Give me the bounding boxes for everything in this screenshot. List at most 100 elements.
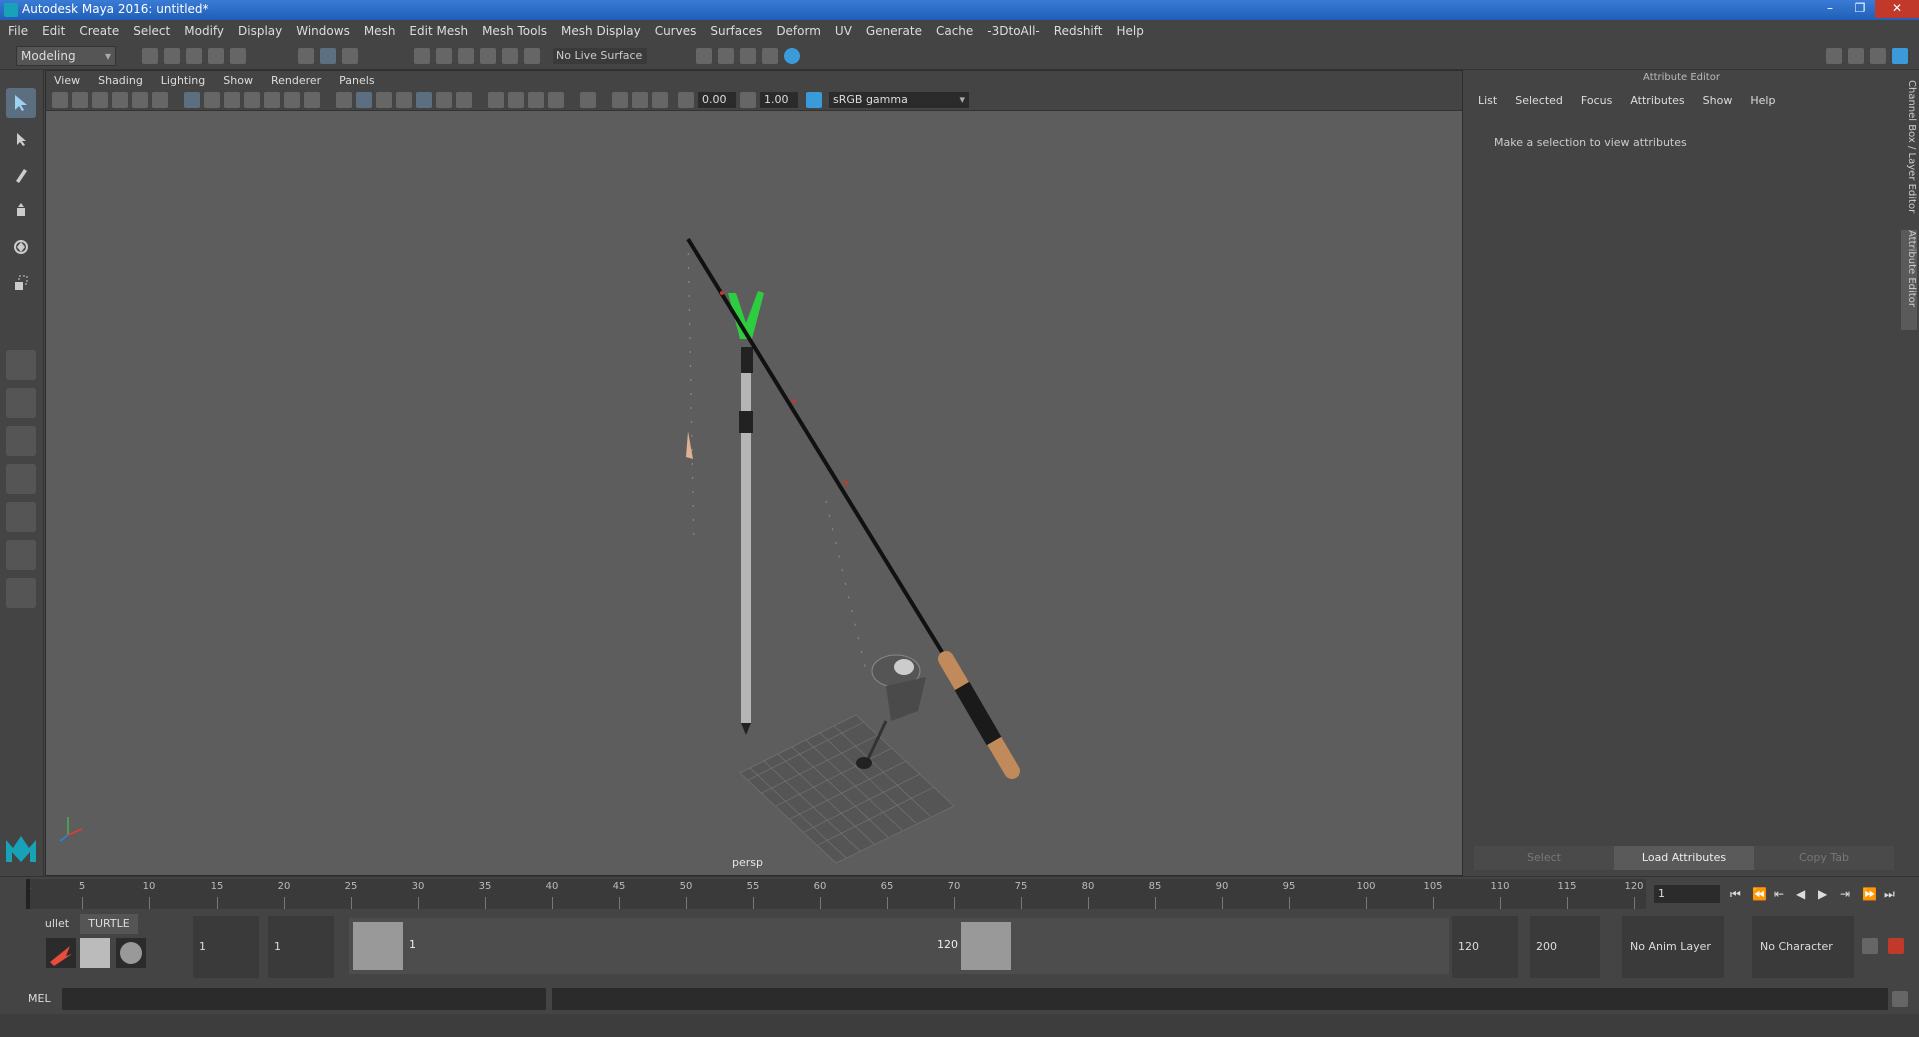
screen-space-ao-icon[interactable] (488, 92, 504, 108)
safe-title-icon[interactable] (304, 92, 320, 108)
select-by-component-icon[interactable] (342, 48, 358, 64)
move-tool[interactable] (6, 196, 36, 226)
ae-menu-help[interactable]: Help (1750, 94, 1775, 107)
render-current-frame-icon[interactable] (718, 48, 734, 64)
menu-mesh-tools[interactable]: Mesh Tools (482, 24, 547, 38)
menu-curves[interactable]: Curves (655, 24, 697, 38)
menu-3dtoall[interactable]: -3DtoAll- (987, 24, 1039, 38)
save-scene-icon[interactable] (186, 48, 202, 64)
select-button[interactable]: Select (1474, 846, 1614, 870)
four-view-layout[interactable] (6, 388, 36, 418)
anim-layer-dropdown[interactable]: No Anim Layer (1622, 916, 1724, 978)
script-editor-icon[interactable] (1892, 991, 1908, 1007)
anti-aliasing-icon[interactable] (528, 92, 544, 108)
playback-start-field[interactable]: 1 (268, 916, 334, 978)
select-by-object-icon[interactable] (320, 48, 336, 64)
play-forwards-icon[interactable]: ▶ (1818, 887, 1827, 901)
select-tool[interactable] (6, 88, 36, 118)
menu-mesh[interactable]: Mesh (364, 24, 396, 38)
menu-edit-mesh[interactable]: Edit Mesh (409, 24, 468, 38)
step-forward-frame-icon[interactable]: ⇥ (1840, 887, 1850, 901)
wireframe-on-shaded-icon[interactable] (396, 92, 412, 108)
field-chart-icon[interactable] (264, 92, 280, 108)
ae-menu-focus[interactable]: Focus (1581, 94, 1612, 107)
menu-modify[interactable]: Modify (184, 24, 224, 38)
paint-select-tool[interactable] (6, 160, 36, 190)
go-to-end-icon[interactable]: ⏭ (1884, 887, 1895, 902)
menu-redshift[interactable]: Redshift (1054, 24, 1103, 38)
time-ruler[interactable]: 1 5 10 15 20 25 30 35 40 45 50 55 60 65 … (25, 879, 1646, 909)
depth-of-field-icon[interactable] (548, 92, 564, 108)
xray-active-components-icon[interactable] (632, 92, 648, 108)
camera-icon[interactable] (52, 92, 68, 108)
menu-uv[interactable]: UV (835, 24, 852, 38)
auto-key-icon[interactable] (1862, 938, 1878, 954)
grid-icon[interactable] (184, 92, 200, 108)
safe-action-icon[interactable] (284, 92, 300, 108)
rotate-tool[interactable] (6, 232, 36, 262)
play-backwards-icon[interactable]: ◀ (1796, 887, 1805, 901)
use-default-material-icon[interactable] (376, 92, 392, 108)
film-gate-icon[interactable] (204, 92, 220, 108)
gamma-icon[interactable] (740, 92, 756, 108)
camera-attributes-icon[interactable] (72, 92, 88, 108)
menu-set-dropdown[interactable]: Modeling (16, 46, 116, 66)
vp-menu-renderer[interactable]: Renderer (271, 74, 321, 87)
mel-label[interactable]: MEL (28, 992, 51, 1005)
gamma-field[interactable]: 1.00 (760, 92, 798, 108)
range-end-handle[interactable] (961, 922, 1011, 970)
vp-menu-shading[interactable]: Shading (98, 74, 143, 87)
turtle-render-icon[interactable] (46, 938, 76, 968)
menu-surfaces[interactable]: Surfaces (710, 24, 762, 38)
menu-generate[interactable]: Generate (866, 24, 922, 38)
menu-help[interactable]: Help (1116, 24, 1143, 38)
channel-box-icon[interactable] (1892, 48, 1908, 64)
undo-icon[interactable] (208, 48, 224, 64)
tab-channel-box[interactable]: Channel Box / Layer Editor (1901, 80, 1917, 220)
smooth-shade-icon[interactable] (356, 92, 372, 108)
render-view-icon[interactable] (696, 48, 712, 64)
render-settings-icon[interactable] (762, 48, 778, 64)
copy-tab-button[interactable]: Copy Tab (1754, 846, 1894, 870)
menu-edit[interactable]: Edit (42, 24, 65, 38)
step-back-frame-icon[interactable]: ⇤ (1774, 887, 1784, 901)
snap-to-projected-center-icon[interactable] (480, 48, 496, 64)
lasso-tool[interactable] (6, 124, 36, 154)
vp-menu-show[interactable]: Show (223, 74, 253, 87)
turtle-settings-icon[interactable] (80, 938, 110, 968)
isolate-select-icon[interactable] (580, 92, 596, 108)
attribute-editor-toggle-icon[interactable] (1848, 48, 1864, 64)
range-start-handle[interactable] (353, 922, 403, 970)
menu-deform[interactable]: Deform (776, 24, 821, 38)
live-surface-field[interactable]: No Live Surface (553, 48, 647, 64)
view-transform-dropdown[interactable]: sRGB gamma (829, 92, 969, 108)
xray-icon[interactable] (612, 92, 628, 108)
image-plane-icon[interactable] (112, 92, 128, 108)
motion-blur-icon[interactable] (508, 92, 524, 108)
use-all-lights-icon[interactable] (436, 92, 452, 108)
snap-to-point-icon[interactable] (458, 48, 474, 64)
wireframe-icon[interactable] (336, 92, 352, 108)
vp-menu-panels[interactable]: Panels (339, 74, 374, 87)
snap-to-curve-icon[interactable] (436, 48, 452, 64)
snap-to-view-plane-icon[interactable] (502, 48, 518, 64)
ipr-render-icon[interactable] (740, 48, 756, 64)
minimize-button[interactable]: – (1815, 0, 1845, 18)
menu-select[interactable]: Select (133, 24, 170, 38)
shelf-tab-turtle[interactable]: TURTLE (80, 914, 138, 934)
hypershade-icon[interactable] (784, 48, 800, 64)
tab-attribute-editor[interactable]: Attribute Editor (1901, 230, 1917, 330)
shelf-tab-bullet[interactable]: ullet (40, 914, 74, 934)
animation-preferences-icon[interactable] (1888, 938, 1904, 954)
snap-to-grid-icon[interactable] (414, 48, 430, 64)
single-perspective-layout[interactable] (6, 350, 36, 380)
vp-menu-view[interactable]: View (54, 74, 80, 87)
select-by-hierarchy-icon[interactable] (298, 48, 314, 64)
menu-create[interactable]: Create (79, 24, 119, 38)
ae-menu-list[interactable]: List (1478, 94, 1497, 107)
menu-cache[interactable]: Cache (936, 24, 973, 38)
exposure-field[interactable]: 0.00 (698, 92, 736, 108)
make-live-icon[interactable] (524, 48, 540, 64)
menu-file[interactable]: File (8, 24, 28, 38)
resolution-gate-icon[interactable] (224, 92, 240, 108)
